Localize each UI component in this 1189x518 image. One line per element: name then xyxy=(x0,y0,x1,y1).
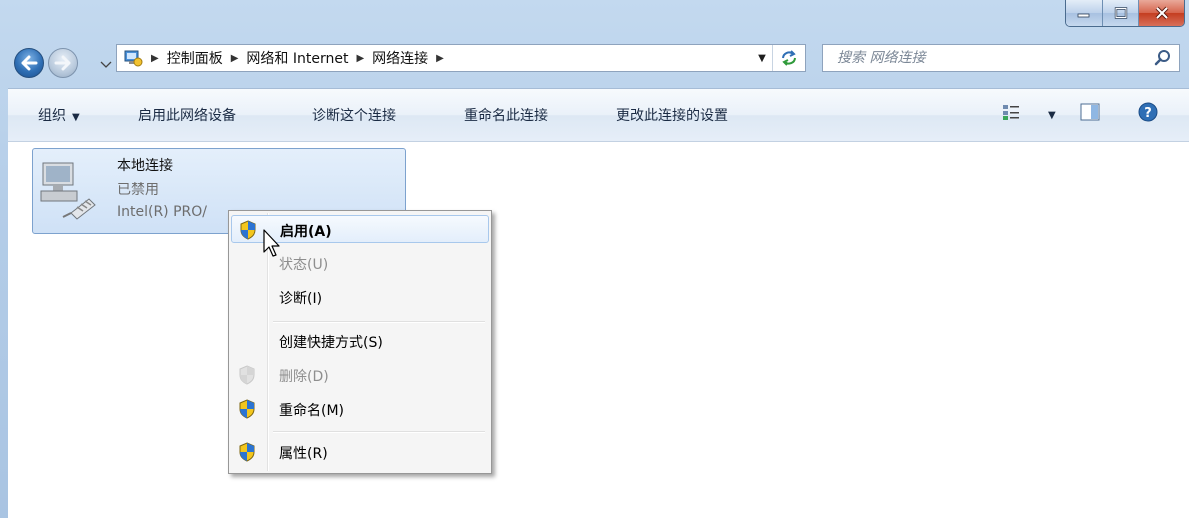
breadcrumb-separator-icon[interactable]: ▶ xyxy=(231,53,239,64)
explorer-window: ▶ 控制面板 ▶ 网络和 Internet ▶ 网络连接 ▶ ▼ 搜索 网络连接… xyxy=(0,0,1189,518)
content-pane: 本地连接 已禁用 Intel(R) PRO/ xyxy=(8,142,1189,518)
svg-text:?: ? xyxy=(1144,106,1152,121)
breadcrumb: ▶ 控制面板 ▶ 网络和 Internet ▶ 网络连接 ▶ xyxy=(143,48,452,68)
rename-connection-button[interactable]: 重命名此连接 xyxy=(464,105,548,125)
breadcrumb-item-network-internet[interactable]: 网络和 Internet xyxy=(246,48,348,68)
uac-shield-icon xyxy=(240,220,256,240)
breadcrumb-separator-icon[interactable]: ▶ xyxy=(151,53,159,64)
view-list-icon xyxy=(1003,105,1019,120)
help-icon: ? xyxy=(1138,102,1158,122)
menu-item-label: 重命名(M) xyxy=(279,403,345,419)
change-settings-button[interactable]: 更改此连接的设置 xyxy=(616,105,728,125)
menu-separator xyxy=(273,431,485,433)
menu-item-diagnose[interactable]: 诊断(I) xyxy=(231,283,489,311)
enable-device-button[interactable]: 启用此网络设备 xyxy=(138,105,236,125)
menu-item-label: 创建快捷方式(S) xyxy=(279,335,383,351)
refresh-icon xyxy=(782,50,796,66)
close-icon xyxy=(1155,6,1168,20)
arrow-right-icon xyxy=(54,55,71,71)
chevron-down-icon xyxy=(100,61,112,68)
breadcrumb-separator-icon[interactable]: ▶ xyxy=(356,53,364,64)
caption-buttons xyxy=(1065,0,1185,27)
connection-name: 本地连接 xyxy=(117,158,173,174)
diagnose-connection-button[interactable]: 诊断这个连接 xyxy=(312,105,396,125)
connection-status: 已禁用 xyxy=(117,182,159,198)
organize-label: 组织 xyxy=(38,108,66,124)
breadcrumb-item-network-connections[interactable]: 网络连接 xyxy=(372,48,428,68)
address-bar[interactable]: ▶ 控制面板 ▶ 网络和 Internet ▶ 网络连接 ▶ ▼ xyxy=(116,44,806,72)
view-options-dropdown[interactable]: ▼ xyxy=(1042,106,1056,122)
organize-menu[interactable]: 组织 ▼ xyxy=(38,105,80,125)
connection-device: Intel(R) PRO/ xyxy=(117,204,208,220)
menu-item-rename[interactable]: 重命名(M) xyxy=(231,395,489,423)
uac-shield-icon xyxy=(239,442,255,462)
network-adapter-icon xyxy=(40,162,96,220)
menu-item-create-shortcut[interactable]: 创建快捷方式(S) xyxy=(231,327,489,355)
chevron-down-icon: ▼ xyxy=(758,52,766,64)
chevron-down-icon: ▼ xyxy=(72,112,80,123)
uac-shield-icon xyxy=(239,365,255,385)
minimize-button[interactable] xyxy=(1066,0,1102,26)
minimize-icon xyxy=(1077,13,1090,18)
breadcrumb-separator-icon[interactable]: ▶ xyxy=(436,53,444,64)
menu-item-label: 属性(R) xyxy=(279,446,328,462)
navigation-bar: ▶ 控制面板 ▶ 网络和 Internet ▶ 网络连接 ▶ ▼ xyxy=(0,42,1189,80)
chevron-down-icon: ▼ xyxy=(1048,110,1056,121)
menu-item-label: 状态(U) xyxy=(279,257,329,273)
menu-item-label: 删除(D) xyxy=(279,369,329,385)
menu-item-delete[interactable]: 删除(D) xyxy=(231,361,489,389)
uac-shield-icon xyxy=(239,399,255,419)
arrow-left-icon xyxy=(21,55,38,71)
search-box[interactable] xyxy=(822,44,1180,72)
search-input[interactable] xyxy=(835,49,1153,67)
forward-button[interactable] xyxy=(48,48,78,78)
menu-item-label: 启用(A) xyxy=(280,224,332,240)
refresh-button[interactable] xyxy=(772,45,805,71)
preview-pane-button[interactable] xyxy=(1080,103,1100,125)
search-icon[interactable] xyxy=(1153,48,1173,68)
help-button[interactable]: ? xyxy=(1138,102,1158,126)
maximize-icon xyxy=(1114,7,1127,19)
menu-separator xyxy=(273,321,485,323)
back-button[interactable] xyxy=(14,48,44,78)
menu-item-label: 诊断(I) xyxy=(279,291,323,307)
breadcrumb-item-control-panel[interactable]: 控制面板 xyxy=(167,48,223,68)
recent-pages-dropdown[interactable] xyxy=(100,57,112,73)
address-dropdown[interactable]: ▼ xyxy=(753,45,771,71)
mouse-cursor-icon xyxy=(263,229,280,257)
control-panel-icon xyxy=(124,50,143,67)
close-button[interactable] xyxy=(1138,0,1184,26)
maximize-button[interactable] xyxy=(1102,0,1138,26)
preview-pane-icon xyxy=(1080,103,1100,121)
view-options-button[interactable] xyxy=(1002,103,1020,125)
menu-item-properties[interactable]: 属性(R) xyxy=(231,438,489,466)
command-bar: 组织 ▼ 启用此网络设备 诊断这个连接 重命名此连接 更改此连接的设置 ▼ ? xyxy=(8,88,1189,142)
